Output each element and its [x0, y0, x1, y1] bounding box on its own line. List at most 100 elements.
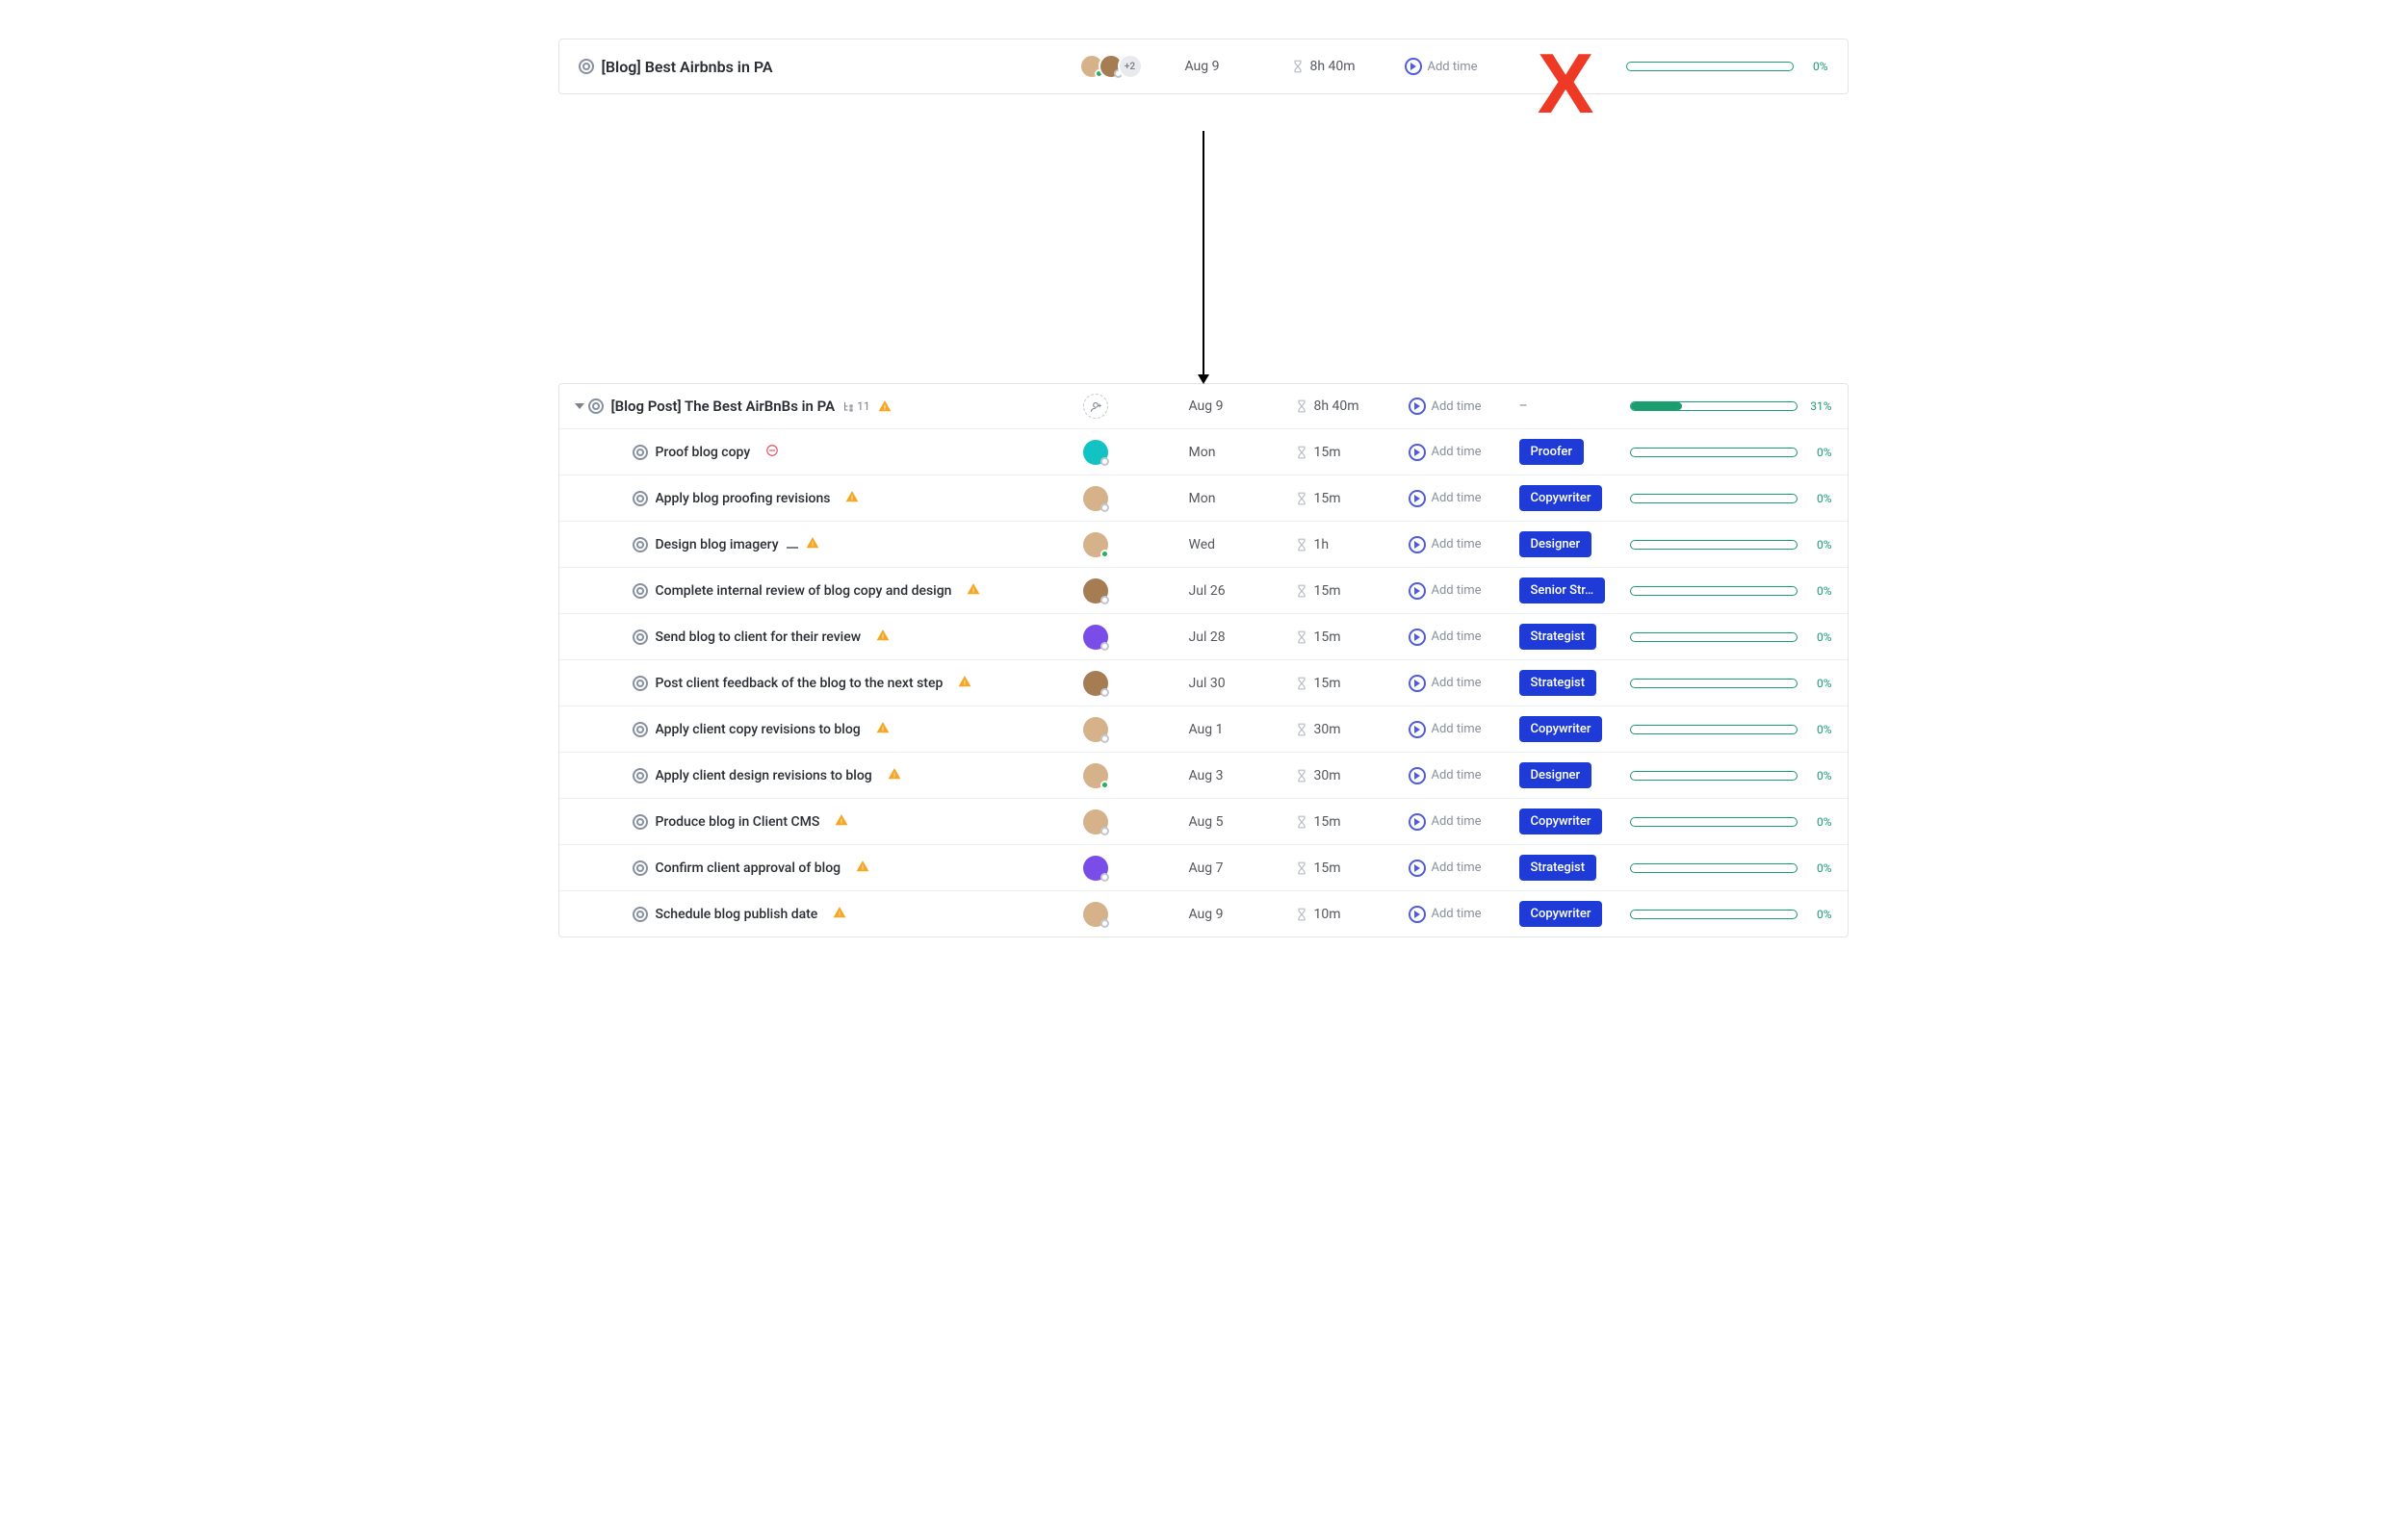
status-circle-icon[interactable] [633, 629, 648, 645]
due-date[interactable]: Aug 7 [1189, 860, 1295, 876]
due-date[interactable]: Aug 9 [1189, 907, 1295, 922]
play-button[interactable] [1409, 721, 1426, 738]
status-circle-icon[interactable] [633, 491, 648, 506]
due-date[interactable]: Aug 1 [1189, 722, 1295, 737]
add-time-link[interactable]: Add time [1432, 491, 1482, 505]
subtask-row[interactable]: Produce blog in Client CMS Aug 5 15m Add… [559, 798, 1848, 844]
add-time-link[interactable]: Add time [1432, 860, 1482, 875]
role-pill[interactable]: Senior Str… [1519, 578, 1606, 603]
assignee-cell[interactable] [1083, 625, 1189, 650]
role-pill[interactable]: Strategist [1519, 624, 1597, 650]
expanded-task-card: [Blog Post] The Best AirBnBs in PA 11 Au… [558, 383, 1849, 937]
assignee-cell[interactable] [1083, 394, 1189, 419]
role-pill[interactable]: Copywriter [1519, 716, 1603, 742]
play-button[interactable] [1409, 675, 1426, 692]
add-time-link[interactable]: Add time [1432, 445, 1482, 459]
add-time-link[interactable]: Add time [1432, 399, 1482, 414]
due-date[interactable]: Jul 28 [1189, 629, 1295, 645]
progress-cell: 0% [1630, 630, 1832, 644]
subtask-row[interactable]: Schedule blog publish date Aug 9 10m Add… [559, 890, 1848, 937]
play-button[interactable] [1409, 490, 1426, 507]
subtask-row[interactable]: Send blog to client for their review Jul… [559, 613, 1848, 659]
status-circle-icon[interactable] [633, 537, 648, 552]
subtask-row[interactable]: Apply client copy revisions to blog Aug … [559, 706, 1848, 752]
assignee-cell[interactable] [1083, 532, 1189, 557]
due-date[interactable]: Aug 5 [1189, 814, 1295, 830]
due-date[interactable]: Jul 26 [1189, 583, 1295, 599]
subtask-row[interactable]: Apply blog proofing revisions Mon 15m Ad… [559, 475, 1848, 521]
add-time-link[interactable]: Add time [1432, 537, 1482, 552]
play-button[interactable] [1409, 906, 1426, 923]
role-pill[interactable]: Copywriter [1519, 808, 1603, 834]
subtask-row[interactable]: Design blog imagery Wed 1h Add time Desi… [559, 521, 1848, 567]
add-time-link[interactable]: Add time [1432, 676, 1482, 690]
assignee-cell[interactable]: +2 [1079, 54, 1185, 79]
play-button[interactable] [1409, 860, 1426, 877]
subtask-row[interactable]: Complete internal review of blog copy an… [559, 567, 1848, 613]
add-time-link[interactable]: Add time [1432, 583, 1482, 598]
add-time-link[interactable]: Add time [1432, 722, 1482, 736]
assignee-cell[interactable] [1083, 902, 1189, 927]
avatar [1083, 717, 1108, 742]
due-date[interactable]: Aug 3 [1189, 768, 1295, 783]
play-button[interactable] [1409, 767, 1426, 784]
status-circle-icon[interactable] [633, 722, 648, 737]
assignee-cell[interactable] [1083, 717, 1189, 742]
role-pill[interactable]: Strategist [1519, 670, 1597, 696]
status-circle-icon[interactable] [579, 59, 594, 74]
assignee-cell[interactable] [1083, 671, 1189, 696]
play-button[interactable] [1409, 444, 1426, 461]
assignee-cell[interactable] [1083, 856, 1189, 881]
role-pill[interactable]: Designer [1519, 531, 1592, 557]
add-time-link[interactable]: Add time [1432, 768, 1482, 783]
play-button[interactable] [1405, 58, 1422, 75]
task-title: [Blog Post] The Best AirBnBs in PA [611, 398, 836, 415]
due-date[interactable]: Aug 9 [1189, 398, 1295, 414]
subtask-tree-icon [842, 400, 854, 412]
add-time-link[interactable]: Add time [1432, 907, 1482, 921]
due-date[interactable]: Wed [1189, 537, 1295, 552]
role-pill[interactable]: Designer [1519, 762, 1592, 788]
subtask-row[interactable]: Apply client design revisions to blog Au… [559, 752, 1848, 798]
assignee-cell[interactable] [1083, 763, 1189, 788]
add-time-link[interactable]: Add time [1432, 629, 1482, 644]
assignee-cell[interactable] [1083, 809, 1189, 834]
status-circle-icon[interactable] [588, 398, 604, 414]
add-time-link[interactable]: Add time [1428, 60, 1478, 74]
role-pill[interactable]: Copywriter [1519, 901, 1603, 927]
play-button[interactable] [1409, 398, 1426, 415]
due-date[interactable]: Jul 30 [1189, 676, 1295, 691]
parent-task-row[interactable]: [Blog Post] The Best AirBnBs in PA 11 Au… [559, 384, 1848, 428]
time-estimate: 15m [1314, 445, 1341, 460]
add-assignee-icon[interactable] [1083, 394, 1108, 419]
status-circle-icon[interactable] [633, 768, 648, 783]
role-pill[interactable]: Strategist [1519, 855, 1597, 881]
assignee-cell[interactable] [1083, 486, 1189, 511]
subtask-row[interactable]: Proof blog copy Mon 15m Add time Proofer… [559, 429, 1848, 475]
role-pill[interactable]: Copywriter [1519, 485, 1603, 511]
time-estimate: 15m [1314, 860, 1341, 876]
play-button[interactable] [1409, 629, 1426, 646]
add-time-link[interactable]: Add time [1432, 814, 1482, 829]
due-date[interactable]: Mon [1189, 491, 1295, 506]
top-task-row[interactable]: [Blog] Best Airbnbs in PA +2 Aug 9 8h 40… [559, 39, 1848, 93]
role-pill[interactable]: Proofer [1519, 439, 1584, 465]
status-circle-icon[interactable] [633, 907, 648, 922]
play-button[interactable] [1409, 813, 1426, 831]
due-date[interactable]: Mon [1189, 445, 1295, 460]
subtask-row[interactable]: Confirm client approval of blog Aug 7 15… [559, 844, 1848, 890]
status-circle-icon[interactable] [633, 583, 648, 599]
play-button[interactable] [1409, 582, 1426, 600]
due-date[interactable]: Aug 9 [1185, 59, 1291, 74]
avatar [1083, 578, 1108, 603]
status-circle-icon[interactable] [633, 676, 648, 691]
warning-icon [876, 721, 890, 734]
subtask-row[interactable]: Post client feedback of the blog to the … [559, 659, 1848, 706]
status-circle-icon[interactable] [633, 860, 648, 876]
status-circle-icon[interactable] [633, 814, 648, 830]
caret-down-icon[interactable] [575, 403, 584, 409]
assignee-cell[interactable] [1083, 440, 1189, 465]
status-circle-icon[interactable] [633, 445, 648, 460]
assignee-cell[interactable] [1083, 578, 1189, 603]
play-button[interactable] [1409, 536, 1426, 553]
